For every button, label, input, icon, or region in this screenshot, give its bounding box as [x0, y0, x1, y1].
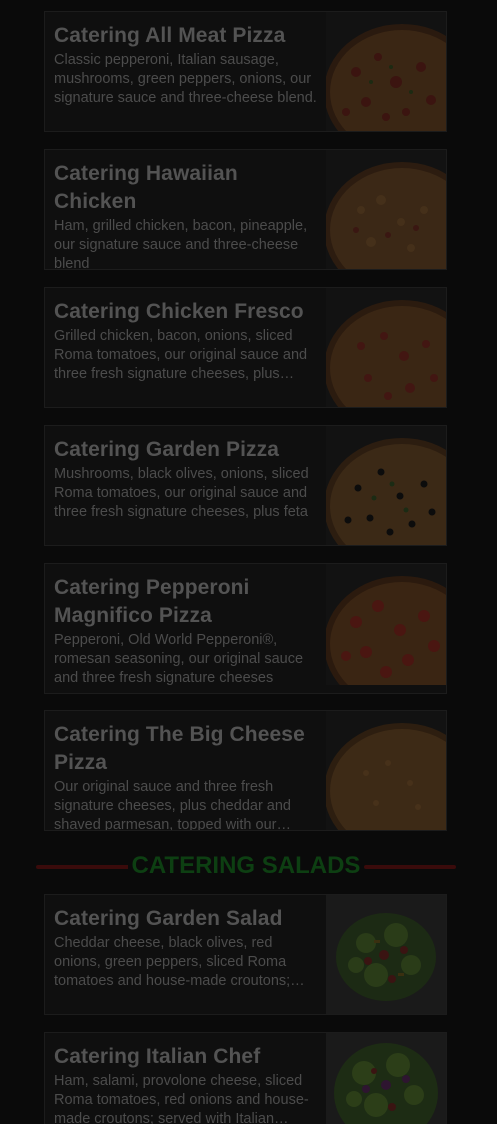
menu-item-image [326, 12, 446, 131]
pepperoni-magnifico-pizza-photo [326, 564, 446, 685]
menu-item-card[interactable]: Catering The Big Cheese Pizza Our origin… [44, 710, 447, 831]
chicken-fresco-pizza-photo [326, 288, 446, 407]
menu-item-card[interactable]: Catering All Meat Pizza Classic pepperon… [44, 11, 447, 132]
menu-item-image [326, 711, 446, 830]
menu-item-title: Catering All Meat Pizza [54, 24, 286, 47]
menu-item-description: Mushrooms, black olives, onions, sliced … [54, 466, 309, 520]
all-meat-pizza-photo [326, 12, 446, 131]
garden-salad-photo [326, 895, 446, 1014]
menu-item-description: Cheddar cheese, black olives, red onions… [54, 935, 291, 989]
menu-item-title: Catering Chicken Fresco [54, 300, 304, 323]
section-title: CATERING SALADS [36, 852, 456, 880]
menu-item-image [326, 426, 446, 545]
menu-item-text: Catering Garden Salad Cheddar cheese, bl… [54, 905, 322, 991]
menu-item-title: Catering Garden Salad [54, 907, 283, 930]
menu-item-card[interactable]: Catering Garden Pizza Mushrooms, black o… [44, 425, 447, 546]
menu-item-description: Pepperoni, Old World Pepperoni®, romesan… [54, 632, 304, 686]
menu-item-text: Catering Italian Chef Ham, salami, provo… [54, 1043, 322, 1124]
garden-pizza-photo [326, 426, 446, 545]
menu-item-card[interactable]: Catering Pepperoni Magnifico Pizza Peppe… [44, 563, 447, 694]
menu-item-title: Catering Pepperoni Magnifico Pizza [54, 576, 250, 627]
menu-item-text: Catering All Meat Pizza Classic pepperon… [54, 22, 322, 108]
menu-item-image [326, 895, 446, 1014]
menu-item-description: Our original sauce and three fresh signa… [54, 779, 291, 831]
section-title-text: CATERING SALADS [127, 852, 365, 879]
menu-item-image [326, 288, 446, 407]
menu-item-title: Catering Hawaiian Chicken [54, 162, 238, 213]
menu-item-text: Catering Garden Pizza Mushrooms, black o… [54, 436, 322, 522]
menu-item-card[interactable]: Catering Italian Chef Ham, salami, provo… [44, 1032, 447, 1124]
menu-item-text: Catering The Big Cheese Pizza Our origin… [54, 721, 322, 831]
menu-item-description: Grilled chicken, bacon, onions, sliced R… [54, 328, 308, 382]
menu-item-text: Catering Chicken Fresco Grilled chicken,… [54, 298, 322, 384]
menu-item-image [326, 150, 446, 269]
section-header-salads: CATERING SALADS [36, 848, 456, 886]
hawaiian-chicken-pizza-photo [326, 150, 446, 269]
menu-item-card[interactable]: Catering Chicken Fresco Grilled chicken,… [44, 287, 447, 408]
menu-item-description: Ham, salami, provolone cheese, sliced Ro… [54, 1073, 309, 1124]
catering-menu-page: Catering All Meat Pizza Classic pepperon… [0, 0, 497, 1124]
menu-item-text: Catering Pepperoni Magnifico Pizza Peppe… [54, 574, 322, 688]
menu-item-title: Catering The Big Cheese Pizza [54, 723, 305, 774]
menu-item-description: Ham, grilled chicken, bacon, pineapple, … [54, 218, 308, 270]
big-cheese-pizza-photo [326, 711, 446, 830]
menu-item-card[interactable]: Catering Hawaiian Chicken Ham, grilled c… [44, 149, 447, 270]
menu-item-card[interactable]: Catering Garden Salad Cheddar cheese, bl… [44, 894, 447, 1015]
menu-item-text: Catering Hawaiian Chicken Ham, grilled c… [54, 160, 322, 270]
menu-item-description: Classic pepperoni, Italian sausage, mush… [54, 52, 317, 106]
menu-item-title: Catering Italian Chef [54, 1045, 261, 1068]
menu-item-title: Catering Garden Pizza [54, 438, 279, 461]
italian-chef-salad-photo [326, 1033, 446, 1124]
menu-item-image [326, 1033, 446, 1124]
menu-item-image [326, 564, 446, 685]
